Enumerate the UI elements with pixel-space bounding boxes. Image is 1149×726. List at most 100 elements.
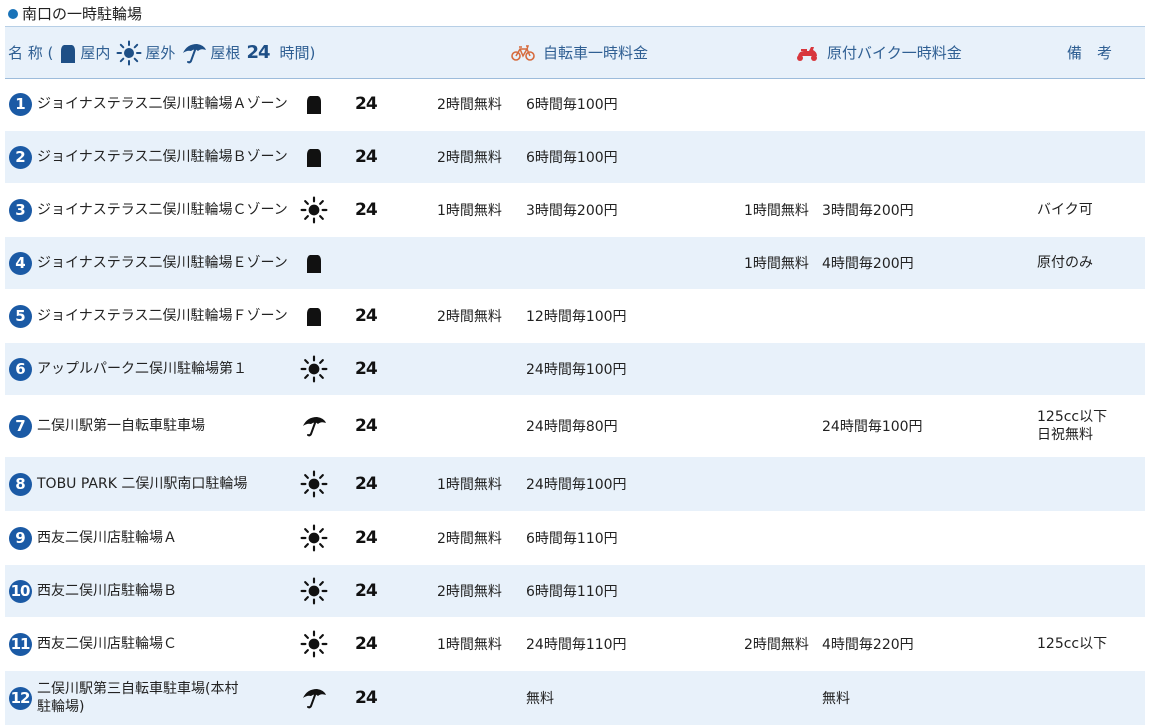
bicycle-rate: 24時間毎110円	[526, 637, 627, 653]
facility-name: ジョイナステラス二俣川駐輪場Ａゾーン	[37, 78, 299, 130]
moped-free-time	[744, 78, 826, 130]
open-24h: 24	[355, 528, 378, 548]
legend-24-number: 24	[246, 42, 270, 63]
open-24h: 24	[355, 306, 378, 326]
bicycle-rate: 24時間毎100円	[526, 477, 627, 493]
legend-24-suffix: 時間)	[279, 44, 316, 62]
header-bicycle-fee: 自転車一時料金	[511, 27, 648, 78]
indoor-building-icon	[299, 78, 329, 130]
moped-free-time: 2時間無料	[744, 637, 809, 653]
sun-icon	[299, 512, 329, 564]
sun-icon	[299, 565, 329, 617]
parking-table: 1 ジョイナステラス二俣川駐輪場Ａゾーン 24 2時間無料 6時間毎100円 2 ジョイナ…	[5, 78, 1145, 726]
umbrella-icon	[181, 42, 207, 64]
facility-name: アップルパーク二俣川駐輪場第１	[37, 343, 299, 395]
note-text: バイク可	[1037, 202, 1093, 218]
note: バイク可	[1037, 184, 1142, 236]
legend-roof: 屋根	[181, 42, 240, 64]
moped-rate	[822, 565, 1022, 617]
header-bicycle-label: 自転車一時料金	[543, 44, 649, 62]
row-number: 9	[8, 512, 32, 564]
note-text: 125cc以下	[1037, 636, 1108, 652]
bullet-dot-icon	[8, 8, 18, 19]
row-number-badge: 1	[8, 92, 32, 116]
table-row: 11 西友二俣川店駐輪場Ｃ 24 1時間無料 24時間毎110円 2時間無料 4時間毎22…	[5, 618, 1145, 671]
bicycle-free-time: 1時間無料	[437, 477, 502, 493]
table-row: 1 ジョイナステラス二俣川駐輪場Ａゾーン 24 2時間無料 6時間毎100円	[5, 78, 1145, 131]
header-note: 備 考	[1067, 44, 1113, 62]
open-24h: 24	[355, 634, 378, 654]
bicycle-free-time: 2時間無料	[437, 309, 502, 325]
facility-name-text: ジョイナステラス二俣川駐輪場Ｆゾーン	[37, 308, 288, 324]
row-number-badge: 8	[8, 472, 32, 496]
row-number-badge: 10	[8, 579, 32, 603]
sun-icon	[116, 40, 142, 66]
row-number-badge: 2	[8, 145, 32, 169]
indoor-building-icon	[59, 43, 77, 63]
note	[1037, 343, 1142, 395]
bicycle-rate: 24時間毎100円	[526, 362, 627, 378]
header-legend: 名 称 ( 屋内 屋外 屋根 24 時間)	[8, 27, 315, 78]
bicycle-icon	[511, 44, 535, 61]
note-text: 原付のみ	[1037, 255, 1093, 271]
header-moped-fee: 原付バイク一時料金	[795, 27, 962, 78]
moped-free-time	[744, 131, 826, 183]
note: 125cc以下	[1037, 618, 1142, 670]
facility-name-text: 二俣川駅第一自転車駐車場	[37, 418, 205, 434]
indoor-building-icon	[299, 290, 329, 342]
facility-name: ジョイナステラス二俣川駐輪場Ｅゾーン	[37, 237, 299, 289]
facility-name: 西友二俣川店駐輪場Ａ	[37, 512, 299, 564]
row-number: 2	[8, 131, 32, 183]
facility-name: TOBU PARK 二俣川駅南口駐輪場	[37, 457, 299, 511]
open-24h: 24	[355, 359, 378, 379]
row-number: 5	[8, 290, 32, 342]
moped-free-time: 1時間無料	[744, 203, 809, 219]
open-24h: 24	[355, 416, 378, 436]
legend-24h: 24 時間)	[246, 42, 315, 63]
row-number: 1	[8, 78, 32, 130]
sun-icon	[299, 457, 329, 511]
moped-rate	[822, 290, 1022, 342]
bicycle-free-time: 1時間無料	[437, 637, 502, 653]
moped-free-time: 1時間無料	[744, 256, 809, 272]
open-24h: 24	[355, 94, 378, 114]
table-row: 2 ジョイナステラス二俣川駐輪場Ｂゾーン 24 2時間無料 6時間毎100円	[5, 131, 1145, 184]
note	[1037, 131, 1142, 183]
facility-name: ジョイナステラス二俣川駐輪場Ｃゾーン	[37, 184, 299, 236]
row-number: 3	[8, 184, 32, 236]
moped-rate	[822, 343, 1022, 395]
note	[1037, 290, 1142, 342]
moped-rate: 4時間毎220円	[822, 637, 914, 653]
row-number-badge: 5	[8, 304, 32, 328]
row-number-badge: 9	[8, 526, 32, 550]
facility-name: ジョイナステラス二俣川駐輪場Ｂゾーン	[37, 131, 299, 183]
moped-free-time	[744, 396, 826, 456]
facility-name-text: ジョイナステラス二俣川駐輪場Ｃゾーン	[37, 202, 288, 218]
moped-icon	[795, 44, 819, 62]
facility-name-text: ジョイナステラス二俣川駐輪場Ｂゾーン	[37, 149, 288, 165]
moped-rate	[822, 457, 1022, 511]
facility-name-text: ジョイナステラス二俣川駐輪場Ｅゾーン	[37, 255, 288, 271]
note	[1037, 512, 1142, 564]
table-row: 3 ジョイナステラス二俣川駐輪場Ｃゾーン 24 1時間無料 3時間毎200円 1時間無料…	[5, 184, 1145, 237]
moped-free-time	[744, 343, 826, 395]
row-number-badge: 4	[8, 251, 32, 275]
sun-icon	[299, 618, 329, 670]
facility-name: 西友二俣川店駐輪場Ｃ	[37, 618, 299, 670]
legend-indoor-label: 屋内	[80, 44, 111, 62]
row-number-badge: 11	[8, 632, 32, 656]
moped-free-time	[744, 290, 826, 342]
bicycle-rate: 6時間毎110円	[526, 531, 618, 547]
moped-rate	[822, 78, 1022, 130]
table-row: 4 ジョイナステラス二俣川駐輪場Ｅゾーン 1時間無料 4時間毎200円 原付のみ	[5, 237, 1145, 290]
header-name-label: 名 称 (	[8, 44, 54, 62]
table-header: 名 称 ( 屋内 屋外 屋根 24 時間) 自転車一時料金 原付バイク一時料金 …	[5, 26, 1145, 79]
bicycle-rate: 12時間毎100円	[526, 309, 627, 325]
table-row: 8 TOBU PARK 二俣川駅南口駐輪場 24 1時間無料 24時間毎100円	[5, 457, 1145, 512]
bicycle-rate: 3時間毎200円	[526, 203, 618, 219]
bicycle-free-time	[437, 343, 527, 395]
note: 125cc以下 日祝無料	[1037, 396, 1142, 456]
moped-rate: 4時間毎200円	[822, 256, 914, 272]
section-title: 南口の一時駐輪場	[8, 3, 142, 24]
facility-name-text: 西友二俣川店駐輪場Ａ	[37, 530, 177, 546]
